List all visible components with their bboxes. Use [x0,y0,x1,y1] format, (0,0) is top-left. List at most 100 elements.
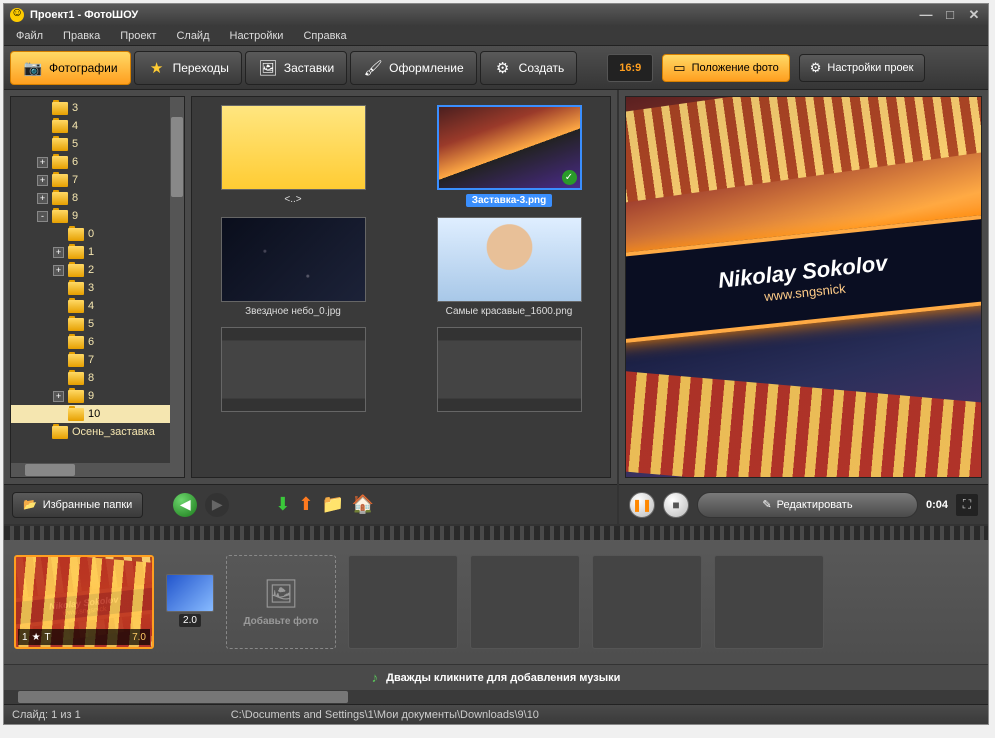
tab-design[interactable]: 🖌 Оформление [350,51,476,85]
upload-icon[interactable]: ⬆ [298,494,313,515]
tab-photos[interactable]: 📷 Фотографии [10,51,131,85]
timeline-scrollbar[interactable] [4,690,988,704]
empty-slot[interactable] [592,555,702,649]
slide-duration: 7.0 [132,632,146,643]
window-title: Проект1 - ФотоШОУ [30,9,138,21]
empty-slot[interactable] [714,555,824,649]
project-settings-button[interactable]: ⚙ Настройки проек [799,54,925,82]
favorites-button[interactable]: 📂 Избранные папки [12,492,143,518]
thumbnail-grid: <..> ✓Заставка-3.png Звездное небо_0.jpg Са… [191,96,611,478]
tree-node[interactable]: 0 [11,225,184,243]
left-panel: 345+6+7+8-90+1+2345678+910Осень_заставка… [4,90,619,524]
thumbnail-item[interactable]: ✓Заставка-3.png [416,105,602,207]
tree-node[interactable]: -9 [11,207,184,225]
pencil-icon: ✎ [762,498,771,511]
star-badge-icon: ★ [32,632,41,643]
nav-back-button[interactable]: ◀ [173,493,197,517]
position-icon: ▭ [673,60,685,76]
tree-node[interactable]: +6 [11,153,184,171]
menu-file[interactable]: Файл [8,28,51,44]
home-icon[interactable]: 🏠 [352,494,374,515]
transition-duration: 2.0 [179,614,201,627]
thumbnail-label: Заставка-3.png [466,194,553,207]
tab-transitions-label: Переходы [173,61,229,75]
menu-help[interactable]: Справка [295,28,354,44]
thumbnail-item[interactable] [200,327,386,416]
tab-splash-label: Заставки [284,61,334,75]
tree-node[interactable]: 5 [11,135,184,153]
thumbnail-item[interactable]: Самые красавые_1600.png [416,217,602,317]
tree-node[interactable]: 3 [11,99,184,117]
tab-transitions[interactable]: ★ Переходы [134,51,242,85]
fullscreen-button[interactable]: ⛶ [956,494,978,516]
tree-node[interactable]: +2 [11,261,184,279]
folder-star-icon: 📂 [23,498,37,511]
nav-forward-button[interactable]: ▶ [205,493,229,517]
thumbnail-item[interactable]: Звездное небо_0.jpg [200,217,386,317]
tree-node[interactable]: 5 [11,315,184,333]
close-button[interactable]: ✕ [966,7,982,23]
maximize-button[interactable]: □ [942,7,958,23]
thumbnail-item[interactable]: <..> [200,105,386,207]
tree-node[interactable]: 6 [11,333,184,351]
main-area: 345+6+7+8-90+1+2345678+910Осень_заставка… [4,90,988,524]
timeline: Nikolay Sokolov www.sngsnick 1 ★ T 7.0 [4,524,988,704]
tree-node[interactable]: 8 [11,369,184,387]
text-badge-icon: T [45,632,51,643]
tab-splash[interactable]: 🖼 Заставки [245,51,347,85]
empty-slot[interactable] [348,555,458,649]
tree-node[interactable]: 4 [11,297,184,315]
tree-hscrollbar[interactable] [11,463,170,477]
project-settings-label: Настройки проек [827,62,913,74]
new-folder-icon[interactable]: 📁 [321,494,343,515]
app-window: Проект1 - ФотоШОУ — □ ✕ Файл Правка Прое… [3,3,989,725]
photo-position-button[interactable]: ▭ Положение фото [662,54,789,82]
tab-create-label: Создать [519,61,565,75]
brush-icon: 🖌 [363,59,383,77]
transition-1[interactable]: 2.0 [166,574,214,630]
browser-actions: 📂 Избранные папки ◀ ▶ ⬇ ⬆ 📁 🏠 [4,484,617,524]
empty-slot[interactable] [470,555,580,649]
tree-node[interactable]: 4 [11,117,184,135]
menu-edit[interactable]: Правка [55,28,108,44]
statusbar: Слайд: 1 из 1 C:\Documents and Settings\… [4,704,988,724]
tab-create[interactable]: ⚙ Создать [480,51,578,85]
edit-button[interactable]: ✎ Редактировать [697,492,918,518]
download-icon[interactable]: ⬇ [275,494,290,515]
add-photo-placeholder[interactable]: 🖼 Добавьте фото [226,555,336,649]
tree-vscrollbar[interactable] [170,97,184,477]
edit-label: Редактировать [777,499,853,511]
tree-node[interactable]: +7 [11,171,184,189]
right-panel: Nikolay Sokolov www.sngsnick ❚❚ ■ ✎ Реда… [619,90,988,524]
slide-number: 1 [22,632,28,643]
tree-node[interactable]: +9 [11,387,184,405]
tree-node[interactable]: +1 [11,243,184,261]
slides-row[interactable]: Nikolay Sokolov www.sngsnick 1 ★ T 7.0 [4,540,988,664]
image-placeholder-icon: 🖼 [263,577,299,610]
music-hint: Дважды кликните для добавления музыки [386,672,620,684]
thumbnail-label: Самые красавые_1600.png [446,306,573,317]
tree-node[interactable]: 3 [11,279,184,297]
preview-area[interactable]: Nikolay Sokolov www.sngsnick [625,96,982,478]
tree-node[interactable]: Осень_заставка [11,423,184,441]
photo-position-label: Положение фото [692,62,779,74]
music-track[interactable]: ♪ Дважды кликните для добавления музыки [4,664,988,690]
menubar: Файл Правка Проект Слайд Настройки Справ… [4,26,988,46]
thumbnail-label: Звездное небо_0.jpg [245,306,341,317]
menu-project[interactable]: Проект [112,28,164,44]
tree-node[interactable]: 7 [11,351,184,369]
titlebar: Проект1 - ФотоШОУ — □ ✕ [4,4,988,26]
thumbnail-item[interactable] [416,327,602,416]
tree-node[interactable]: +8 [11,189,184,207]
aspect-ratio[interactable]: 16:9 [607,54,653,82]
menu-slide[interactable]: Слайд [168,28,217,44]
pause-button[interactable]: ❚❚ [629,492,655,518]
folder-tree[interactable]: 345+6+7+8-90+1+2345678+910Осень_заставка [10,96,185,478]
menu-settings[interactable]: Настройки [222,28,292,44]
minimize-button[interactable]: — [918,7,934,23]
favorites-label: Избранные папки [43,499,133,511]
tree-node[interactable]: 10 [11,405,184,423]
stop-button[interactable]: ■ [663,492,689,518]
status-path: C:\Documents and Settings\1\Мои документ… [231,709,539,721]
slide-1[interactable]: Nikolay Sokolov www.sngsnick 1 ★ T 7.0 [14,555,154,649]
